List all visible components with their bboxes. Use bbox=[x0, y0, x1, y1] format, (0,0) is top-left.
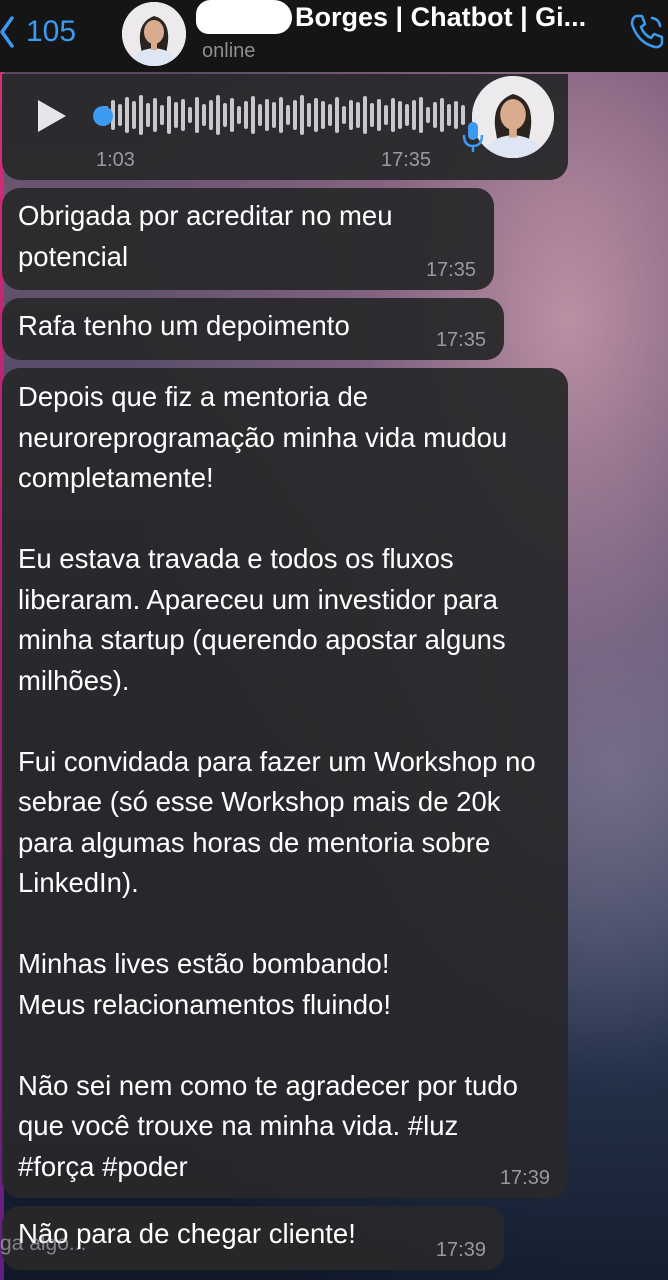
waveform-bar bbox=[335, 97, 339, 133]
waveform-bar bbox=[349, 100, 353, 130]
waveform-bar bbox=[342, 106, 346, 124]
waveform-bar bbox=[251, 96, 255, 134]
message-paragraph: Fui convidada para fazer um Workshop no … bbox=[18, 745, 536, 899]
voice-scrubber[interactable] bbox=[93, 106, 113, 126]
waveform-bar bbox=[160, 105, 164, 125]
waveform-bar bbox=[321, 101, 325, 129]
waveform-bar bbox=[272, 102, 276, 128]
waveform-bar bbox=[433, 102, 437, 128]
waveform-bar bbox=[454, 101, 458, 129]
message-time: 17:39 bbox=[435, 1239, 486, 1261]
waveform-bar bbox=[216, 95, 220, 135]
message-paragraph: Eu estava travada e todos os fluxos libe… bbox=[18, 543, 506, 696]
message-text: Não para de chegar cliente! bbox=[18, 1218, 356, 1249]
waveform-bar bbox=[202, 104, 206, 126]
chat-header: 105 Leticia Borges | Chatbot | Gi... onl… bbox=[0, 0, 668, 72]
waveform-bar bbox=[328, 104, 332, 126]
waveform-bar bbox=[167, 96, 171, 134]
phone-icon bbox=[630, 14, 664, 49]
unread-count: 105 bbox=[26, 15, 77, 48]
waveform-bar bbox=[181, 99, 185, 131]
waveform-bar bbox=[265, 99, 269, 131]
waveform-bar bbox=[398, 101, 402, 129]
waveform-bar bbox=[230, 98, 234, 132]
back-button[interactable]: 105 bbox=[0, 12, 76, 52]
waveform-bar bbox=[356, 102, 360, 128]
waveform-bar bbox=[132, 101, 136, 129]
microphone-icon bbox=[462, 120, 484, 159]
waveform-bar bbox=[370, 103, 374, 127]
waveform-bar bbox=[307, 103, 311, 127]
message-paragraph: Minhas lives estão bombando! Meus relaci… bbox=[18, 948, 391, 1020]
waveform-bar bbox=[412, 100, 416, 130]
message-paragraph: Depois que fiz a mentoria de neuroreprog… bbox=[18, 381, 508, 493]
waveform-bar bbox=[405, 104, 409, 126]
waveform-bar bbox=[300, 95, 304, 135]
waveform-bar bbox=[363, 96, 367, 134]
waveform-bar bbox=[286, 105, 290, 125]
play-button[interactable] bbox=[36, 98, 68, 139]
waveform-bar bbox=[146, 103, 150, 127]
contact-status: online bbox=[202, 40, 256, 62]
waveform-bar bbox=[314, 98, 318, 132]
input-placeholder-ghost: ga algo... bbox=[0, 1232, 87, 1255]
message-bubble[interactable]: Obrigada por acreditar no meu potencial … bbox=[2, 188, 494, 290]
waveform-bar bbox=[223, 103, 227, 127]
waveform-bar bbox=[293, 100, 297, 130]
waveform-bar bbox=[447, 104, 451, 126]
waveform-bar bbox=[195, 97, 199, 133]
contact-avatar[interactable] bbox=[122, 2, 186, 66]
sender-avatar[interactable] bbox=[472, 76, 554, 158]
waveform-bar bbox=[377, 99, 381, 131]
waveform-bar bbox=[153, 98, 157, 132]
waveform-bar bbox=[384, 105, 388, 125]
waveform-bar bbox=[125, 97, 129, 133]
waveform-bar bbox=[419, 97, 423, 133]
waveform-bar bbox=[209, 100, 213, 130]
waveform-bar bbox=[237, 106, 241, 124]
call-button[interactable] bbox=[626, 10, 668, 57]
waveform-bar bbox=[139, 95, 143, 135]
waveform-bar bbox=[440, 98, 444, 132]
play-icon bbox=[38, 100, 66, 132]
waveform-bar bbox=[244, 101, 248, 129]
message-time: 17:39 bbox=[499, 1167, 550, 1189]
chevron-left-icon bbox=[0, 16, 14, 48]
message-time: 17:35 bbox=[435, 329, 486, 351]
redaction-mark bbox=[196, 0, 292, 34]
waveform-bar bbox=[188, 107, 192, 123]
voice-waveform[interactable] bbox=[104, 94, 465, 136]
waveform-bar bbox=[279, 97, 283, 133]
waveform-bar bbox=[258, 104, 262, 126]
waveform-bar bbox=[174, 102, 178, 128]
message-text: Rafa tenho um depoimento bbox=[18, 310, 350, 341]
waveform-bar bbox=[391, 98, 395, 132]
message-bubble[interactable]: Rafa tenho um depoimento 17:35 bbox=[2, 298, 504, 360]
message-paragraph: Não sei nem como te agradecer por tudo q… bbox=[18, 1069, 518, 1182]
voice-time: 17:35 bbox=[381, 149, 432, 171]
waveform-bar bbox=[118, 104, 122, 126]
waveform-bar bbox=[426, 107, 430, 123]
message-time: 17:35 bbox=[425, 259, 476, 281]
voice-duration: 1:03 bbox=[96, 149, 135, 171]
message-text: Obrigada por acreditar no meu potencial bbox=[18, 200, 393, 272]
message-bubble[interactable]: Depois que fiz a mentoria de neuroreprog… bbox=[2, 368, 568, 1198]
